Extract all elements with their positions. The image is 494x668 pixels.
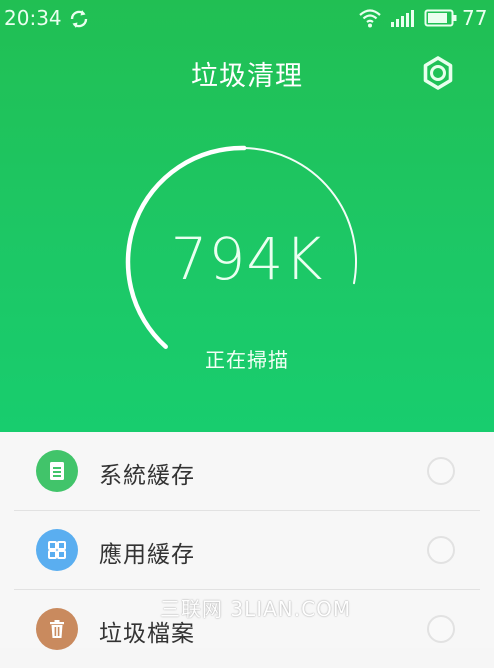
apps-grid-icon <box>36 529 78 571</box>
wifi-icon <box>358 7 382 34</box>
battery-icon <box>424 8 458 33</box>
list-item-system-cache[interactable]: 系統緩存 <box>0 432 494 510</box>
document-icon <box>36 450 78 492</box>
list-item-label: 應用緩存 <box>99 542 195 568</box>
select-radio[interactable] <box>427 457 455 485</box>
status-bar: 20:34 77 <box>0 0 494 38</box>
junk-size: 794K <box>170 225 324 293</box>
status-time: 20:34 <box>4 6 62 30</box>
list-item-app-cache[interactable]: 應用緩存 <box>0 511 494 589</box>
sync-icon <box>68 8 90 35</box>
scan-status: 正在掃描 <box>205 348 289 372</box>
gear-icon[interactable] <box>420 55 456 91</box>
select-radio[interactable] <box>427 536 455 564</box>
signal-icon <box>390 8 416 33</box>
list-item-label: 系統緩存 <box>99 463 195 489</box>
battery-level: 77 <box>462 6 488 30</box>
select-radio[interactable] <box>427 615 455 643</box>
trash-icon <box>36 608 78 650</box>
watermark: 三联网 3LIAN.COM <box>160 597 352 621</box>
scan-hero: 20:34 77 垃圾清理 794K 正在掃描 <box>0 0 494 432</box>
